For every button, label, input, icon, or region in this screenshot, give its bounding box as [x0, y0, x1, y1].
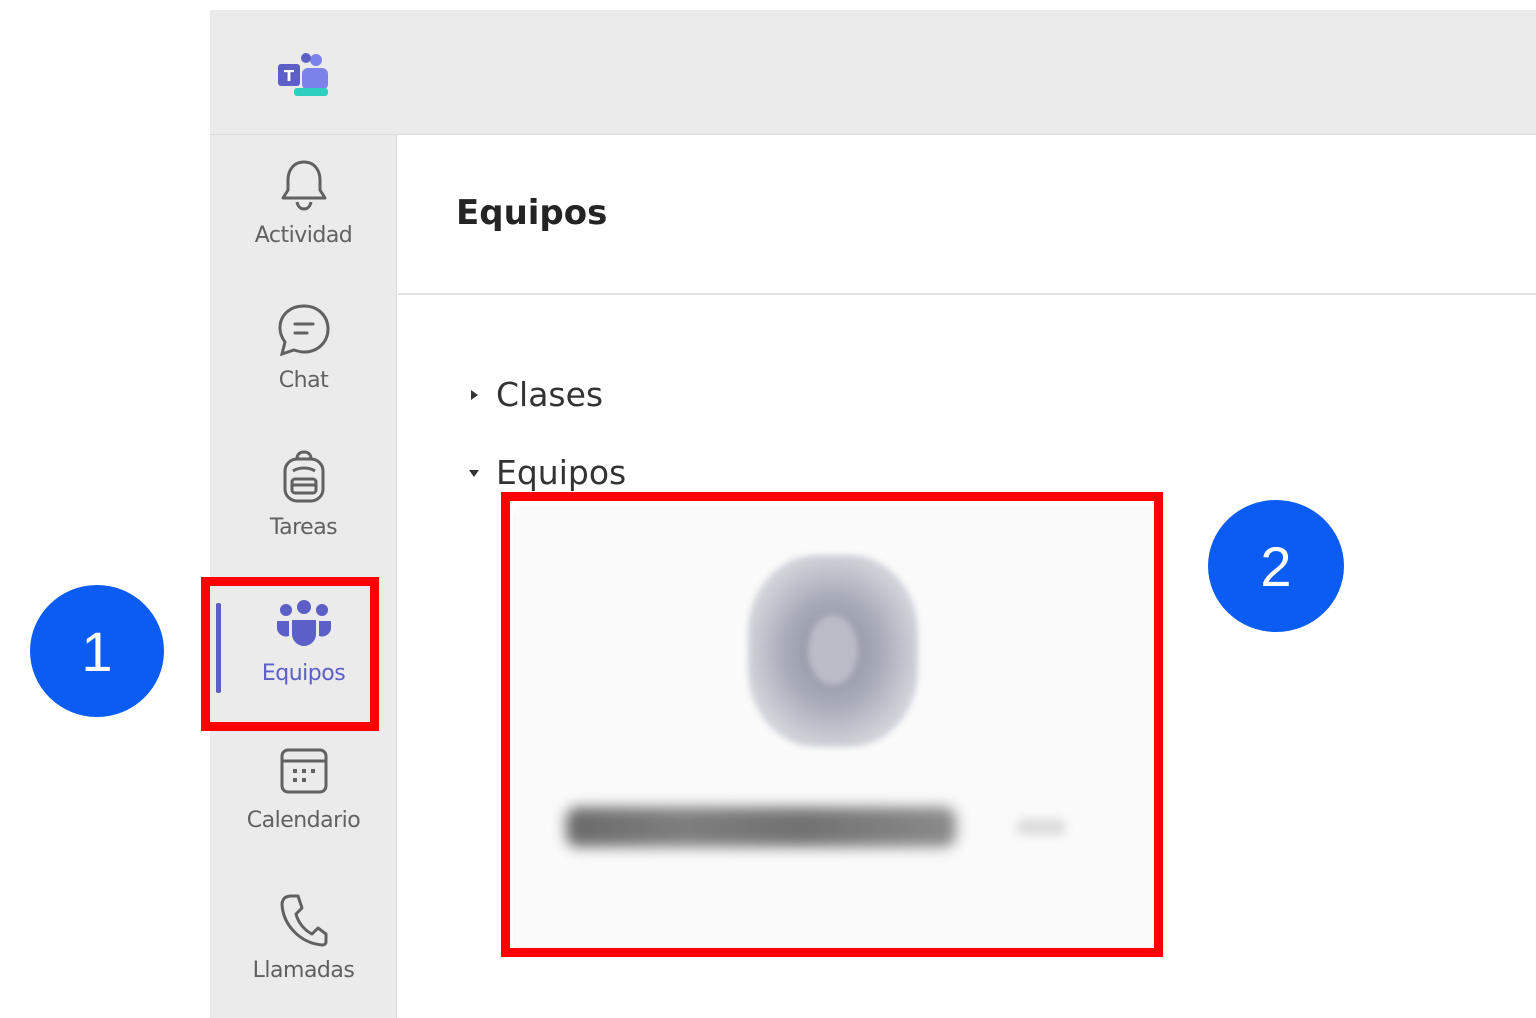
phone-icon [274, 890, 334, 950]
caret-down-icon [462, 461, 486, 485]
highlight-box-team-card [501, 492, 1163, 957]
title-bar: T [210, 10, 1536, 135]
page-header: Equipos [398, 135, 1536, 295]
rail-item-label: Chat [278, 368, 329, 393]
rail-item-label: Calendario [246, 808, 361, 833]
caret-right-icon [462, 383, 486, 407]
group-label: Clases [496, 375, 604, 414]
chat-icon [274, 300, 334, 360]
rail-item-calendario[interactable]: Calendario [210, 720, 397, 860]
group-clases[interactable]: Clases [462, 375, 603, 414]
page-title: Equipos [456, 193, 608, 233]
group-label: Equipos [496, 453, 627, 492]
rail-item-label: Llamadas [252, 958, 355, 983]
bell-icon [274, 155, 334, 215]
rail-item-label: Actividad [254, 223, 353, 248]
calendar-icon [274, 740, 334, 800]
backpack-icon [274, 447, 334, 507]
rail-item-label: Tareas [269, 515, 338, 540]
rail-item-llamadas[interactable]: Llamadas [210, 870, 397, 1010]
rail-item-tareas[interactable]: Tareas [210, 427, 397, 567]
rail-item-actividad[interactable]: Actividad [210, 135, 397, 275]
step-badge-2: 2 [1208, 500, 1344, 632]
rail-item-chat[interactable]: Chat [210, 280, 397, 420]
svg-text:T: T [284, 67, 295, 85]
teams-logo-icon[interactable]: T [276, 52, 332, 100]
step-badge-1: 1 [30, 585, 164, 717]
group-equipos[interactable]: Equipos [462, 453, 626, 492]
highlight-box-equipos-rail [201, 577, 379, 731]
